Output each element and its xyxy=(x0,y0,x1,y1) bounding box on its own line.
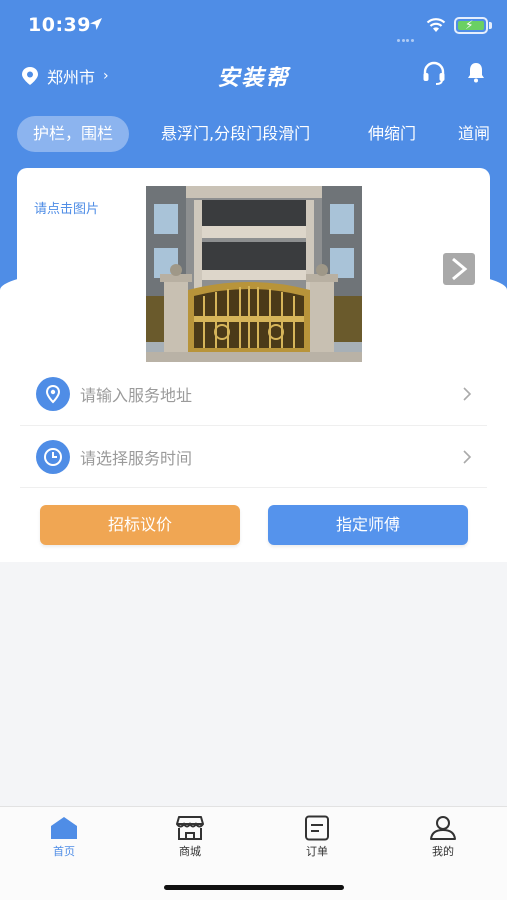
battery-icon: ⚡ xyxy=(454,17,488,34)
divider xyxy=(20,487,487,488)
location-arrow-icon xyxy=(90,18,102,30)
address-input[interactable]: 请输入服务地址 xyxy=(80,382,461,406)
tab-label: 商城 xyxy=(179,845,201,858)
tab-suspension-gate[interactable]: 悬浮门,分段门段滑门 xyxy=(161,116,310,152)
assign-master-button[interactable]: 指定师傅 xyxy=(268,505,468,545)
tab-shop[interactable]: 商城 xyxy=(160,815,220,859)
image-hint: 请点击图片 xyxy=(34,202,100,217)
address-row[interactable]: 请输入服务地址 xyxy=(20,363,487,425)
tab-retractable-gate[interactable]: 伸缩门 xyxy=(368,116,416,152)
tab-label: 订单 xyxy=(306,845,328,858)
home-icon xyxy=(51,817,77,839)
next-image-button[interactable] xyxy=(443,253,475,285)
time-row[interactable]: 请选择服务时间 xyxy=(20,426,487,488)
tab-label: 我的 xyxy=(432,845,454,858)
shop-icon xyxy=(176,816,204,840)
category-tabs: 护栏，围栏 悬浮门,分段门段滑门 伸缩门 道闸 xyxy=(0,116,507,154)
tab-label: 首页 xyxy=(53,845,75,858)
chevron-right-icon xyxy=(452,257,468,281)
profile-icon xyxy=(430,816,456,840)
product-image[interactable] xyxy=(146,186,362,362)
tab-barrier-gate[interactable]: 道闸 xyxy=(458,116,490,152)
status-bar: 10:39 ⚡ xyxy=(0,0,507,52)
chevron-right-icon xyxy=(463,387,472,401)
tab-home[interactable]: 首页 xyxy=(34,815,94,859)
tab-guardrail[interactable]: 护栏，围栏 xyxy=(17,116,130,152)
order-icon xyxy=(305,815,329,841)
status-time: 10:39 xyxy=(28,14,91,36)
tab-orders[interactable]: 订单 xyxy=(287,815,347,859)
home-indicator xyxy=(164,885,344,890)
signal-icon xyxy=(397,27,421,42)
time-input[interactable]: 请选择服务时间 xyxy=(80,445,461,469)
battery-tip xyxy=(489,22,492,29)
nav-bar: 郑州市 › 安装帮 xyxy=(0,54,507,98)
wifi-icon xyxy=(426,18,446,32)
chevron-right-icon xyxy=(463,450,472,464)
location-icon xyxy=(36,377,70,411)
tab-profile[interactable]: 我的 xyxy=(413,815,473,859)
notification-bell-icon[interactable] xyxy=(464,60,488,84)
customer-service-icon[interactable] xyxy=(421,60,447,86)
bid-negotiate-button[interactable]: 招标议价 xyxy=(40,505,240,545)
clock-icon xyxy=(36,440,70,474)
gate-photo-illustration xyxy=(146,186,362,362)
